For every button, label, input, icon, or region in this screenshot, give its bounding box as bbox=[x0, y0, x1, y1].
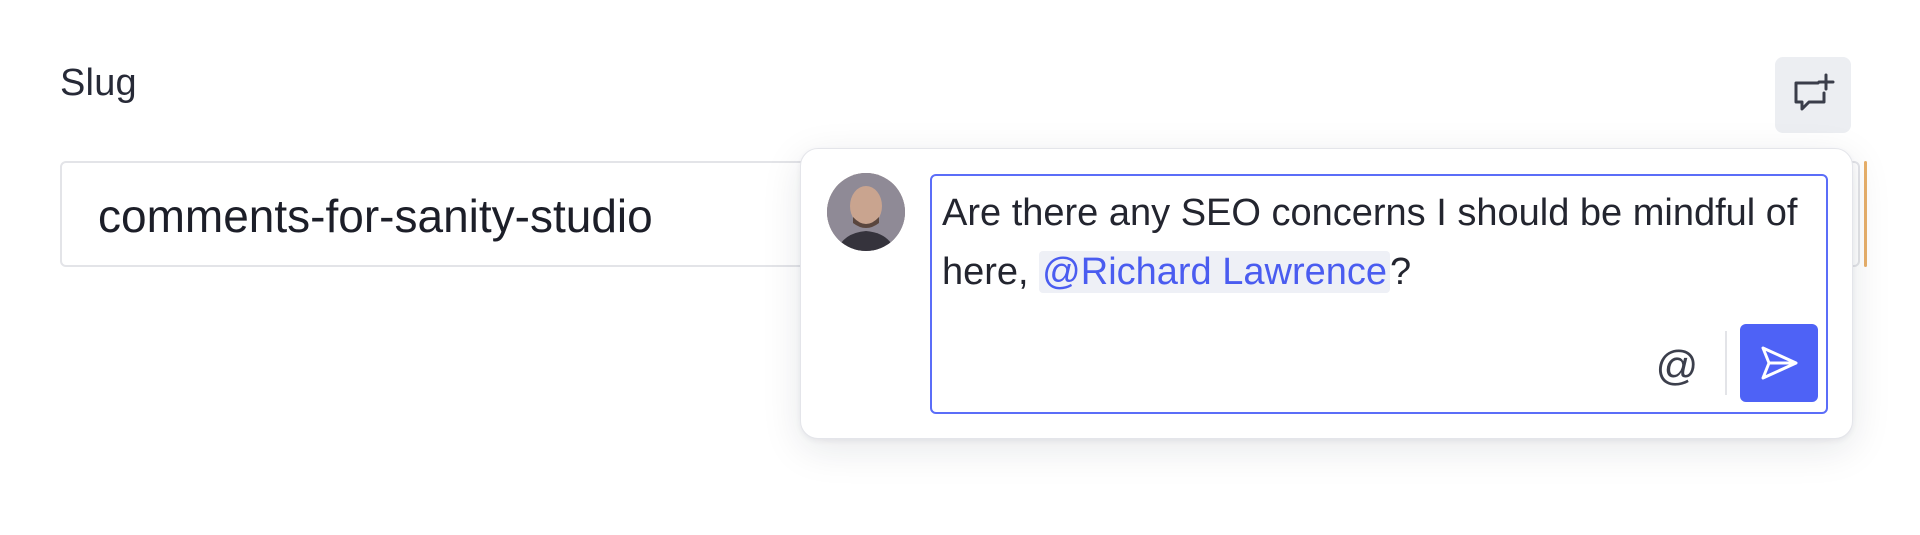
slug-input-value: comments-for-sanity-studio bbox=[98, 190, 653, 242]
comment-text-end: ? bbox=[1390, 251, 1412, 293]
divider bbox=[1725, 331, 1727, 395]
avatar bbox=[827, 173, 905, 251]
add-comment-button[interactable] bbox=[1775, 57, 1851, 133]
mention-button[interactable]: @ bbox=[1647, 336, 1707, 396]
send-button[interactable] bbox=[1740, 324, 1818, 402]
avatar-image bbox=[827, 173, 905, 251]
comment-popover: Are there any SEO concerns I should be m… bbox=[800, 148, 1853, 439]
comment-text: Are there any SEO concerns I should be m… bbox=[942, 184, 1802, 302]
comment-add-icon bbox=[1794, 73, 1835, 111]
document-field-editor: Slug comments-for-sanity-studio Are ther… bbox=[0, 0, 1920, 535]
field-label: Slug bbox=[60, 62, 137, 104]
field-change-indicator bbox=[1864, 161, 1867, 267]
comment-input[interactable]: Are there any SEO concerns I should be m… bbox=[930, 174, 1828, 414]
user-mention[interactable]: @Richard Lawrence bbox=[1039, 251, 1391, 293]
send-icon bbox=[1761, 346, 1798, 380]
